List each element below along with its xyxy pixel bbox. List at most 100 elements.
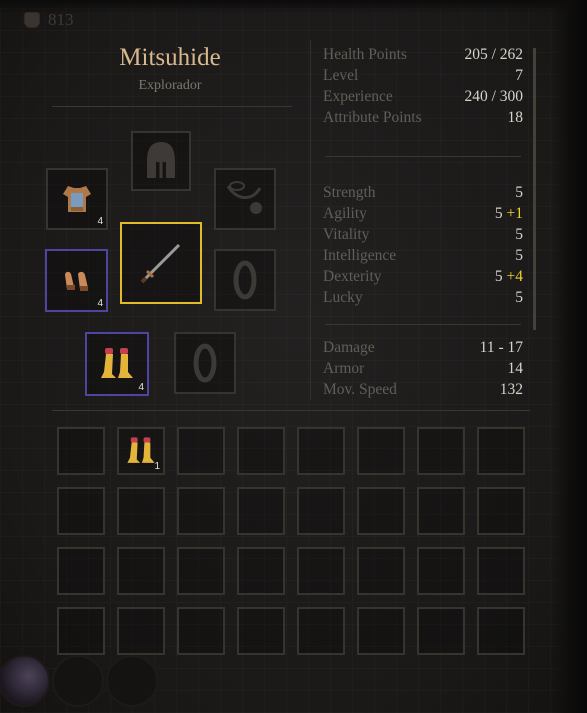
stat-row-experience: Experience 240 / 300	[323, 86, 523, 107]
character-name: Mitsuhide	[119, 44, 221, 71]
inventory-slot[interactable]	[357, 427, 405, 475]
inventory-slot[interactable]	[297, 607, 345, 655]
stats-divider	[325, 324, 521, 325]
boots-icon	[127, 437, 155, 463]
inventory-slot[interactable]	[177, 607, 225, 655]
inventory-slot[interactable]	[417, 487, 465, 535]
inventory-slot[interactable]	[177, 487, 225, 535]
inventory-slot[interactable]	[417, 607, 465, 655]
stat-value: 5	[515, 226, 523, 243]
stat-row-lucky[interactable]: Lucky 5	[323, 287, 523, 308]
stat-row-move-speed: Mov. Speed 132	[323, 379, 523, 400]
stat-value-group: 5	[515, 182, 523, 203]
skill-orb[interactable]	[106, 655, 158, 707]
stat-value-group: 5	[515, 245, 523, 266]
inventory-slot[interactable]	[357, 547, 405, 595]
header-divider	[52, 106, 292, 107]
inventory-slot[interactable]	[477, 487, 525, 535]
equip-slot-boots[interactable]: 4	[85, 332, 149, 396]
stat-label: Health Points	[323, 46, 407, 63]
stat-row-agility[interactable]: Agility 5 +1	[323, 203, 523, 224]
equip-slot-gloves[interactable]: 4	[45, 249, 108, 312]
inventory-slot[interactable]	[177, 427, 225, 475]
inventory-slot[interactable]	[357, 607, 405, 655]
stat-value: 18	[507, 109, 524, 126]
inventory-slot[interactable]	[57, 427, 105, 475]
skill-orb[interactable]	[52, 655, 104, 707]
skill-orb[interactable]	[0, 655, 50, 707]
stat-label: Lucky	[323, 289, 363, 306]
spartan-helmet-icon	[147, 142, 175, 178]
inventory-slot[interactable]	[237, 487, 285, 535]
inventory-slot[interactable]	[117, 607, 165, 655]
inventory-slot[interactable]	[57, 607, 105, 655]
leather-gloves-icon	[64, 271, 88, 291]
stat-value: 5	[494, 205, 503, 222]
gloves-quantity: 4	[97, 298, 103, 309]
stat-value: 5	[515, 247, 523, 264]
equip-slot-chest[interactable]: 4	[46, 168, 108, 230]
inventory-slot[interactable]	[417, 547, 465, 595]
equip-slot-ring-2[interactable]	[174, 332, 236, 394]
sword-icon	[140, 243, 181, 284]
stat-row-dexterity[interactable]: Dexterity 5 +4	[323, 266, 523, 287]
inventory-slot[interactable]	[417, 427, 465, 475]
stat-row-damage: Damage 11 - 17	[323, 337, 523, 358]
stat-row-vitality[interactable]: Vitality 5	[323, 224, 523, 245]
stat-value: 5	[515, 184, 523, 201]
stat-row-strength[interactable]: Strength 5	[323, 182, 523, 203]
inventory-slot[interactable]	[477, 607, 525, 655]
stat-value: 14	[507, 360, 524, 377]
inventory-slot[interactable]	[117, 547, 165, 595]
chest-armor-icon	[63, 186, 91, 212]
stat-value: 5	[494, 268, 503, 285]
combat-stats-list: Damage 11 - 17 Armor 14 Mov. Speed 132	[323, 337, 523, 400]
stat-row-level: Level 7	[323, 65, 523, 86]
inventory-slot[interactable]	[237, 427, 285, 475]
stat-row-intelligence[interactable]: Intelligence 5	[323, 245, 523, 266]
stat-label: Agility	[323, 205, 367, 222]
stat-row-armor: Armor 14	[323, 358, 523, 379]
character-class: Explorador	[138, 78, 202, 93]
inventory-slot[interactable]	[57, 487, 105, 535]
stat-label: Vitality	[323, 226, 370, 243]
inventory-slot[interactable]	[357, 487, 405, 535]
inventory-slot[interactable]	[477, 427, 525, 475]
stat-label: Damage	[323, 339, 375, 356]
stat-value: 240 / 300	[464, 88, 523, 105]
stat-label: Attribute Points	[323, 109, 422, 126]
inventory-slot[interactable]	[297, 427, 345, 475]
stat-label: Strength	[323, 184, 376, 201]
inventory-slot[interactable]	[477, 547, 525, 595]
stat-value-group: 5 +1	[495, 203, 523, 224]
stat-value-group: 5 +4	[495, 266, 523, 287]
gold-counter: 813	[24, 10, 74, 30]
inventory-slot[interactable]	[297, 487, 345, 535]
stat-row-attribute-points: Attribute Points 18	[323, 107, 523, 128]
boots-quantity: 4	[138, 382, 144, 393]
gold-amount: 813	[48, 10, 74, 29]
inventory-slot[interactable]	[117, 487, 165, 535]
stats-scrollbar-thumb[interactable]	[533, 48, 536, 330]
inventory-slot[interactable]	[237, 547, 285, 595]
inventory-slot[interactable]	[57, 547, 105, 595]
inventory-slot[interactable]	[237, 607, 285, 655]
equip-slot-head[interactable]	[131, 131, 191, 191]
stat-value: 5	[515, 289, 523, 306]
inventory-divider	[52, 410, 530, 411]
stat-bonus: +4	[506, 268, 524, 285]
stat-label: Armor	[323, 360, 365, 377]
inventory-slot[interactable]	[177, 547, 225, 595]
amulet-icon	[226, 181, 262, 214]
equip-slot-amulet[interactable]	[214, 168, 276, 230]
equip-slot-ring-1[interactable]	[214, 249, 276, 311]
equip-slot-weapon[interactable]	[120, 222, 202, 304]
inventory-slot[interactable]: 1	[117, 427, 165, 475]
inventory-slot[interactable]	[297, 547, 345, 595]
panel-right-edge	[551, 0, 587, 713]
stat-label: Mov. Speed	[323, 381, 397, 398]
stat-value: 132	[499, 381, 523, 398]
attributes-list: Strength 5 Agility 5 +1 Vitality 5 Intel…	[323, 182, 523, 308]
stat-label: Experience	[323, 88, 393, 105]
stat-value-group: 5	[515, 224, 523, 245]
